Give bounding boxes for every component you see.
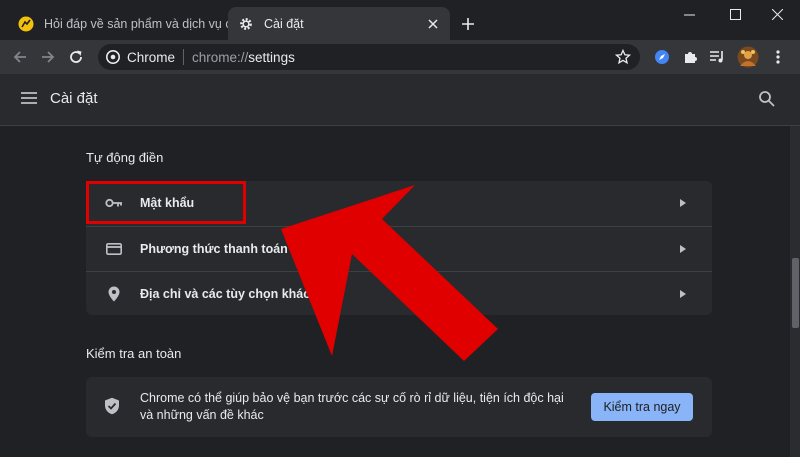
tab-help-forum[interactable]: Hỏi đáp về sản phẩm và dịch vụ của: [8, 7, 228, 40]
maximize-button[interactable]: [712, 0, 758, 28]
chrome-chip: Chrome: [106, 50, 175, 65]
bookmark-star-icon[interactable]: [614, 48, 632, 66]
close-window-button[interactable]: [754, 0, 800, 28]
chevron-right-icon: [678, 289, 688, 299]
safety-check-card: Chrome có thể giúp bảo vệ bạn trước các …: [86, 377, 712, 437]
shield-check-icon: [104, 397, 124, 417]
chrome-logo-icon: [106, 50, 120, 64]
omnibox-separator: [183, 49, 185, 65]
safety-check-row: Chrome có thể giúp bảo vệ bạn trước các …: [86, 377, 712, 437]
highlight-box: [86, 181, 246, 224]
safety-check-description: Chrome có thể giúp bảo vệ bạn trước các …: [140, 391, 564, 422]
more-menu-icon[interactable]: [766, 45, 790, 69]
chevron-right-icon: [678, 198, 688, 208]
page-title: Cài đặt: [50, 90, 98, 107]
media-queue-icon[interactable]: [706, 45, 730, 69]
reload-button[interactable]: [64, 45, 88, 69]
autofill-item-addresses[interactable]: Địa chỉ và các tùy chọn khác: [86, 271, 712, 315]
url-host: settings: [248, 49, 295, 65]
credit-card-icon: [104, 239, 124, 259]
back-button[interactable]: [8, 45, 32, 69]
settings-header: Cài đặt: [0, 74, 800, 126]
tab-title: Hỏi đáp về sản phẩm và dịch vụ của: [44, 16, 228, 31]
gear-icon: [238, 16, 254, 32]
extension-compass-icon[interactable]: [650, 45, 674, 69]
search-icon[interactable]: [758, 90, 778, 110]
tab-title: Cài đặt: [264, 16, 304, 31]
extensions-puzzle-icon[interactable]: [678, 45, 702, 69]
scrollbar-thumb[interactable]: [792, 258, 799, 328]
url-scheme: chrome://: [192, 49, 249, 65]
new-tab-button[interactable]: [456, 12, 480, 36]
check-now-button[interactable]: Kiểm tra ngay: [591, 393, 693, 421]
close-tab-icon[interactable]: [424, 15, 442, 33]
autofill-item-label: Phương thức thanh toán: [140, 241, 288, 256]
chevron-right-icon: [678, 244, 688, 254]
profile-avatar[interactable]: [736, 45, 760, 69]
tab-strip: Hỏi đáp về sản phẩm và dịch vụ của Cài đ…: [0, 0, 800, 40]
hamburger-menu-icon[interactable]: [20, 90, 40, 110]
sunflower-favicon-icon: [18, 16, 34, 32]
chrome-chip-label: Chrome: [127, 49, 176, 65]
minimize-button[interactable]: [666, 0, 712, 28]
toolbar: Chrome chrome://settings: [0, 40, 800, 74]
autofill-item-payment-methods[interactable]: Phương thức thanh toán: [86, 226, 712, 270]
location-pin-icon: [104, 284, 124, 304]
section-title-autofill: Tự động điền: [86, 150, 164, 165]
omnibox[interactable]: Chrome chrome://settings: [98, 44, 640, 70]
autofill-item-label: Địa chỉ và các tùy chọn khác: [140, 286, 311, 301]
forward-button[interactable]: [36, 45, 60, 69]
tab-settings[interactable]: Cài đặt: [228, 7, 450, 40]
section-title-safety-check: Kiểm tra an toàn: [86, 346, 182, 361]
